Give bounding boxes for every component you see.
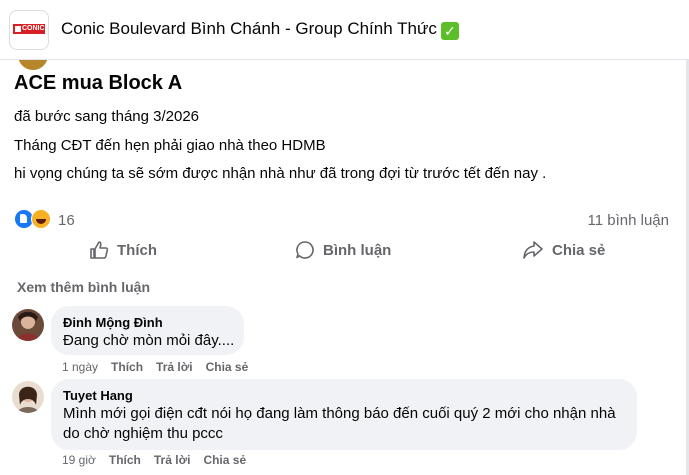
see-more-comments-link[interactable]: Xem thêm bình luận	[17, 279, 150, 295]
logo-mark: CONIC	[13, 24, 45, 34]
comment-reply-button[interactable]: Trả lời	[156, 360, 193, 374]
comment-like-button[interactable]: Thích	[109, 453, 141, 467]
comment-icon	[296, 241, 314, 259]
share-button[interactable]: Chia sẻ	[522, 232, 605, 268]
comment-avatar[interactable]	[12, 309, 44, 341]
comment-author[interactable]: Tuyet Hang	[63, 388, 133, 403]
comment-avatar[interactable]	[12, 381, 44, 413]
like-button[interactable]: Thích	[89, 232, 157, 268]
group-logo[interactable]: CONIC	[9, 10, 49, 50]
comment-text-line-2: do chờ nghiệm thu pccc	[63, 425, 223, 442]
share-label: Chia sẻ	[552, 241, 606, 259]
comment-count[interactable]: 11 bình luận	[588, 212, 669, 229]
verified-check-icon: ✓	[440, 22, 459, 40]
avatar-image	[12, 381, 44, 413]
comment-reply-button[interactable]: Trả lời	[154, 453, 191, 467]
post-line-2: Tháng CĐT đến hẹn phải giao nhà theo HDM…	[14, 137, 326, 154]
comment-button[interactable]: Bình luận	[295, 232, 391, 268]
like-label: Thích	[117, 241, 157, 259]
comment-text: Đang chờ mòn mỏi đây....	[63, 332, 235, 349]
comment-like-button[interactable]: Thích	[111, 360, 143, 374]
comment-meta: 1 ngày Thích Trả lời Chia sẻ	[62, 360, 261, 374]
comment-share-button[interactable]: Chia sẻ	[203, 453, 246, 467]
comment-time[interactable]: 19 giờ	[62, 453, 96, 467]
reaction-count[interactable]: 16	[58, 212, 75, 229]
group-header: CONIC Conic Boulevard Bình Chánh - Group…	[0, 0, 689, 60]
comment-share-button[interactable]: Chia sẻ	[206, 360, 249, 374]
haha-reaction-icon	[31, 209, 51, 229]
comment-label: Bình luận	[323, 241, 392, 259]
post-action-bar: Thích Bình luận Chia sẻ	[0, 232, 686, 270]
comment-time[interactable]: 1 ngày	[62, 360, 98, 374]
avatar-image	[12, 309, 44, 341]
group-title[interactable]: Conic Boulevard Bình Chánh - Group Chính…	[61, 19, 459, 40]
post-line-3: hi vọng chúng ta sẽ sớm được nhận nhà nh…	[14, 165, 547, 182]
comment-author[interactable]: Đinh Mộng Đình	[63, 315, 163, 330]
comment-meta: 19 giờ Thích Trả lời Chia sẻ	[62, 453, 259, 467]
group-name: Conic Boulevard Bình Chánh - Group Chính…	[61, 19, 437, 38]
comment-text-line-1: Mình mới gọi điện cđt nói họ đang làm th…	[63, 405, 616, 422]
share-icon	[523, 241, 543, 259]
thumbs-up-icon	[90, 241, 109, 259]
post-line-1: đã bước sang tháng 3/2026	[14, 108, 200, 125]
post-title: ACE mua Block A	[14, 72, 183, 94]
